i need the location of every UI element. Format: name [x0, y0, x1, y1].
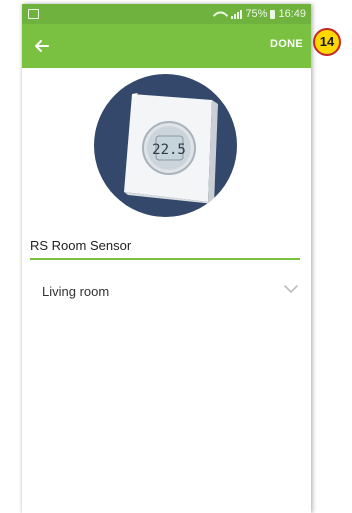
device-name-value: RS Room Sensor	[30, 238, 132, 253]
phone-screen: 75% 16:49 DONE 22.5 RS Room Sensor Livin…	[22, 4, 311, 513]
arrow-left-icon[interactable]	[32, 36, 52, 56]
status-bar: 75% 16:49	[22, 4, 311, 24]
wifi-icon	[213, 7, 229, 24]
room-select[interactable]: Living room	[30, 272, 300, 308]
thermostat-device-photo: 22.5	[94, 74, 237, 217]
done-button[interactable]: DONE	[270, 38, 303, 50]
screenshot-icon	[28, 9, 39, 19]
chevron-down-icon	[284, 285, 298, 293]
battery-percent: 75%	[245, 8, 268, 20]
signal-icon	[231, 9, 243, 19]
screenshot-stage: 75% 16:49 DONE 22.5 RS Room Sensor Livin…	[0, 0, 352, 513]
room-select-value: Living room	[42, 284, 110, 299]
status-time: 16:49	[278, 8, 306, 20]
step-number-badge: 14	[313, 28, 341, 56]
thermostat-reading: 22.5	[152, 142, 186, 158]
device-name-field[interactable]: RS Room Sensor	[30, 236, 300, 260]
status-icons: 75% 16:49	[213, 7, 306, 24]
app-bar: DONE	[22, 24, 311, 68]
battery-icon	[270, 9, 276, 19]
